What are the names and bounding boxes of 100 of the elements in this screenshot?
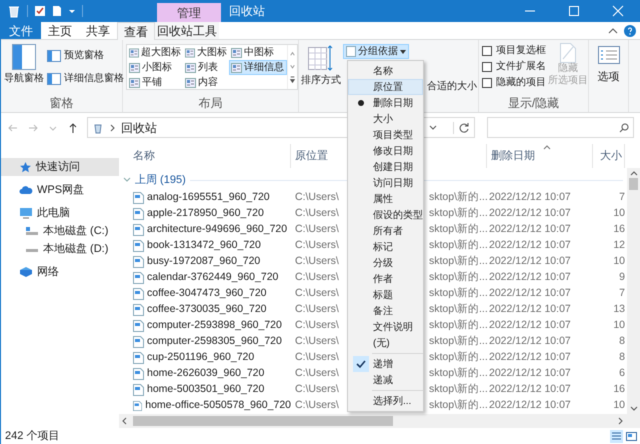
nav-item[interactable]: 快速访问	[1, 158, 119, 176]
file-name[interactable]: coffee-3730035_960_720	[147, 302, 267, 318]
menu-item[interactable]: (无)	[348, 335, 423, 351]
file-name[interactable]: computer-2598305_960_720	[147, 334, 282, 350]
file-name[interactable]: calendar-3762449_960_720	[147, 270, 278, 286]
menu-item[interactable]: 备注	[348, 303, 423, 319]
horizontal-scrollbar[interactable]	[119, 414, 640, 428]
size-cell-text: 8	[619, 350, 625, 366]
search-field[interactable]	[486, 117, 634, 138]
group-label: 显示/隐藏	[508, 95, 560, 112]
layout-option[interactable]: 小图标	[127, 60, 183, 75]
file-name[interactable]: home-office-5050578_960_720	[145, 398, 291, 414]
gallery-scroll-icon[interactable]	[287, 45, 297, 89]
file-name[interactable]: home-2626039_960_720	[147, 366, 264, 382]
file-name[interactable]: apple-2178950_960_720	[147, 206, 264, 222]
vertical-scrollbar[interactable]	[627, 168, 640, 414]
menu-item[interactable]: 所有者	[348, 223, 423, 239]
column-header[interactable]: 删除日期	[487, 144, 593, 168]
layout-option[interactable]: 列表	[183, 60, 229, 75]
nav-item[interactable]: 网络	[1, 263, 119, 281]
chevron-icon[interactable]	[110, 124, 115, 132]
menu-item[interactable]: 作者	[348, 271, 423, 287]
scroll-thumb[interactable]	[629, 178, 638, 190]
image-file-icon	[133, 400, 142, 412]
file-name[interactable]: home-5003501_960_720	[147, 382, 264, 398]
menu-item[interactable]: 分级	[348, 255, 423, 271]
checkbox[interactable]	[482, 46, 492, 56]
file-name[interactable]: architecture-949696_960_720	[147, 222, 288, 238]
layout-option[interactable]: 中图标	[229, 45, 287, 60]
date-cell: 2022/12/12 10:07	[489, 351, 571, 364]
menu-item[interactable]: 名称	[348, 63, 423, 79]
ribbon-tab[interactable]: 查看	[117, 22, 155, 40]
pane-button[interactable]: 预览窗格	[47, 48, 124, 63]
dropdown-icon[interactable]	[68, 8, 76, 14]
menu-item[interactable]: 递增	[348, 356, 423, 372]
nav-item[interactable]: WPS网盘	[1, 181, 119, 199]
checkbox[interactable]	[482, 78, 492, 88]
image-file-icon	[133, 368, 144, 380]
menu-item[interactable]: 访问日期	[348, 175, 423, 191]
collapse-ribbon-icon[interactable]	[608, 26, 618, 34]
location-cell-text: sktop\新的...	[429, 318, 488, 334]
nav-item[interactable]: 本地磁盘 (C:)	[1, 222, 119, 240]
help-icon[interactable]	[624, 24, 636, 36]
pane-button[interactable]: 详细信息窗格	[47, 71, 124, 86]
menu-item[interactable]: 假设的类型	[348, 207, 423, 223]
context-tab-header: 管理	[157, 3, 221, 22]
column-header[interactable]: 大小	[593, 144, 625, 168]
group-by-button[interactable]: 分组依据	[343, 44, 409, 59]
file-name[interactable]: cup-2501196_960_720	[147, 350, 254, 366]
view-icon	[185, 48, 195, 58]
fit-columns-button[interactable]: 合适的大小	[427, 79, 477, 94]
breadcrumb[interactable]: 回收站	[120, 118, 157, 136]
sort-by-button[interactable]: 排序方式	[299, 40, 343, 94]
layout-option[interactable]: 超大图标	[127, 45, 183, 60]
properties-icon[interactable]	[34, 5, 46, 17]
up-icon[interactable]	[66, 122, 79, 134]
ribbon-tab[interactable]: 主页	[41, 22, 79, 39]
details-view-icon[interactable]	[610, 430, 623, 442]
navigation-pane-button[interactable]: 导航窗格	[1, 40, 47, 94]
layout-option[interactable]: 内容	[183, 75, 229, 90]
file-name[interactable]: busy-1972087_960_720	[147, 254, 260, 270]
layout-option[interactable]: 平铺	[127, 75, 183, 90]
layout-option[interactable]: 大图标	[183, 45, 229, 60]
file-tab[interactable]: 文件	[1, 22, 41, 39]
menu-item[interactable]: 删除日期	[348, 95, 423, 111]
scroll-up-icon[interactable]	[630, 170, 638, 176]
location-cell-text: sktop\新的...	[429, 206, 488, 222]
file-name[interactable]: book-1313472_960_720	[147, 238, 261, 254]
menu-item[interactable]: 创建日期	[348, 159, 423, 175]
computer-icon	[19, 207, 33, 219]
menu-item[interactable]: 原位置	[348, 79, 423, 95]
menu-item[interactable]: 选择列...	[348, 393, 423, 409]
refresh-icon[interactable]	[452, 122, 470, 134]
size-cell-text: 7	[619, 190, 625, 206]
nav-item[interactable]: 本地磁盘 (D:)	[1, 240, 119, 258]
nav-item[interactable]: 此电脑	[1, 204, 119, 222]
thumbnail-view-icon[interactable]	[625, 430, 638, 442]
menu-item[interactable]: 递减	[348, 372, 423, 388]
dropdown-icon[interactable]	[428, 124, 437, 130]
menu-item[interactable]: 标题	[348, 287, 423, 303]
file-name[interactable]: coffee-3047473_960_720	[147, 286, 267, 302]
menu-item[interactable]: 文件说明	[348, 319, 423, 335]
layout-option[interactable]: 详细信息	[229, 60, 287, 75]
group-header[interactable]: 上周 (195)	[135, 172, 186, 188]
file-name[interactable]: analog-1695551_960_720	[147, 190, 270, 206]
menu-item[interactable]: 修改日期	[348, 143, 423, 159]
options-button[interactable]: 选项	[589, 40, 628, 94]
checkbox[interactable]	[482, 62, 492, 72]
location-cell-text: sktop\新的...	[429, 254, 488, 270]
scroll-down-icon[interactable]	[630, 406, 638, 412]
date-cell: 2022/12/12 10:07	[489, 271, 571, 284]
menu-item[interactable]: 属性	[348, 191, 423, 207]
ribbon-tab[interactable]: 回收站工具	[155, 22, 219, 39]
menu-item[interactable]: 标记	[348, 239, 423, 255]
location-cell-text: sktop\新的...	[429, 350, 488, 366]
ribbon-tab[interactable]: 共享	[79, 22, 117, 39]
file-name[interactable]: computer-2593898_960_720	[147, 318, 282, 334]
column-header[interactable]: 名称	[119, 144, 291, 168]
scroll-thumb[interactable]	[133, 416, 393, 426]
location-cell-text: sktop\新的...	[429, 190, 488, 206]
